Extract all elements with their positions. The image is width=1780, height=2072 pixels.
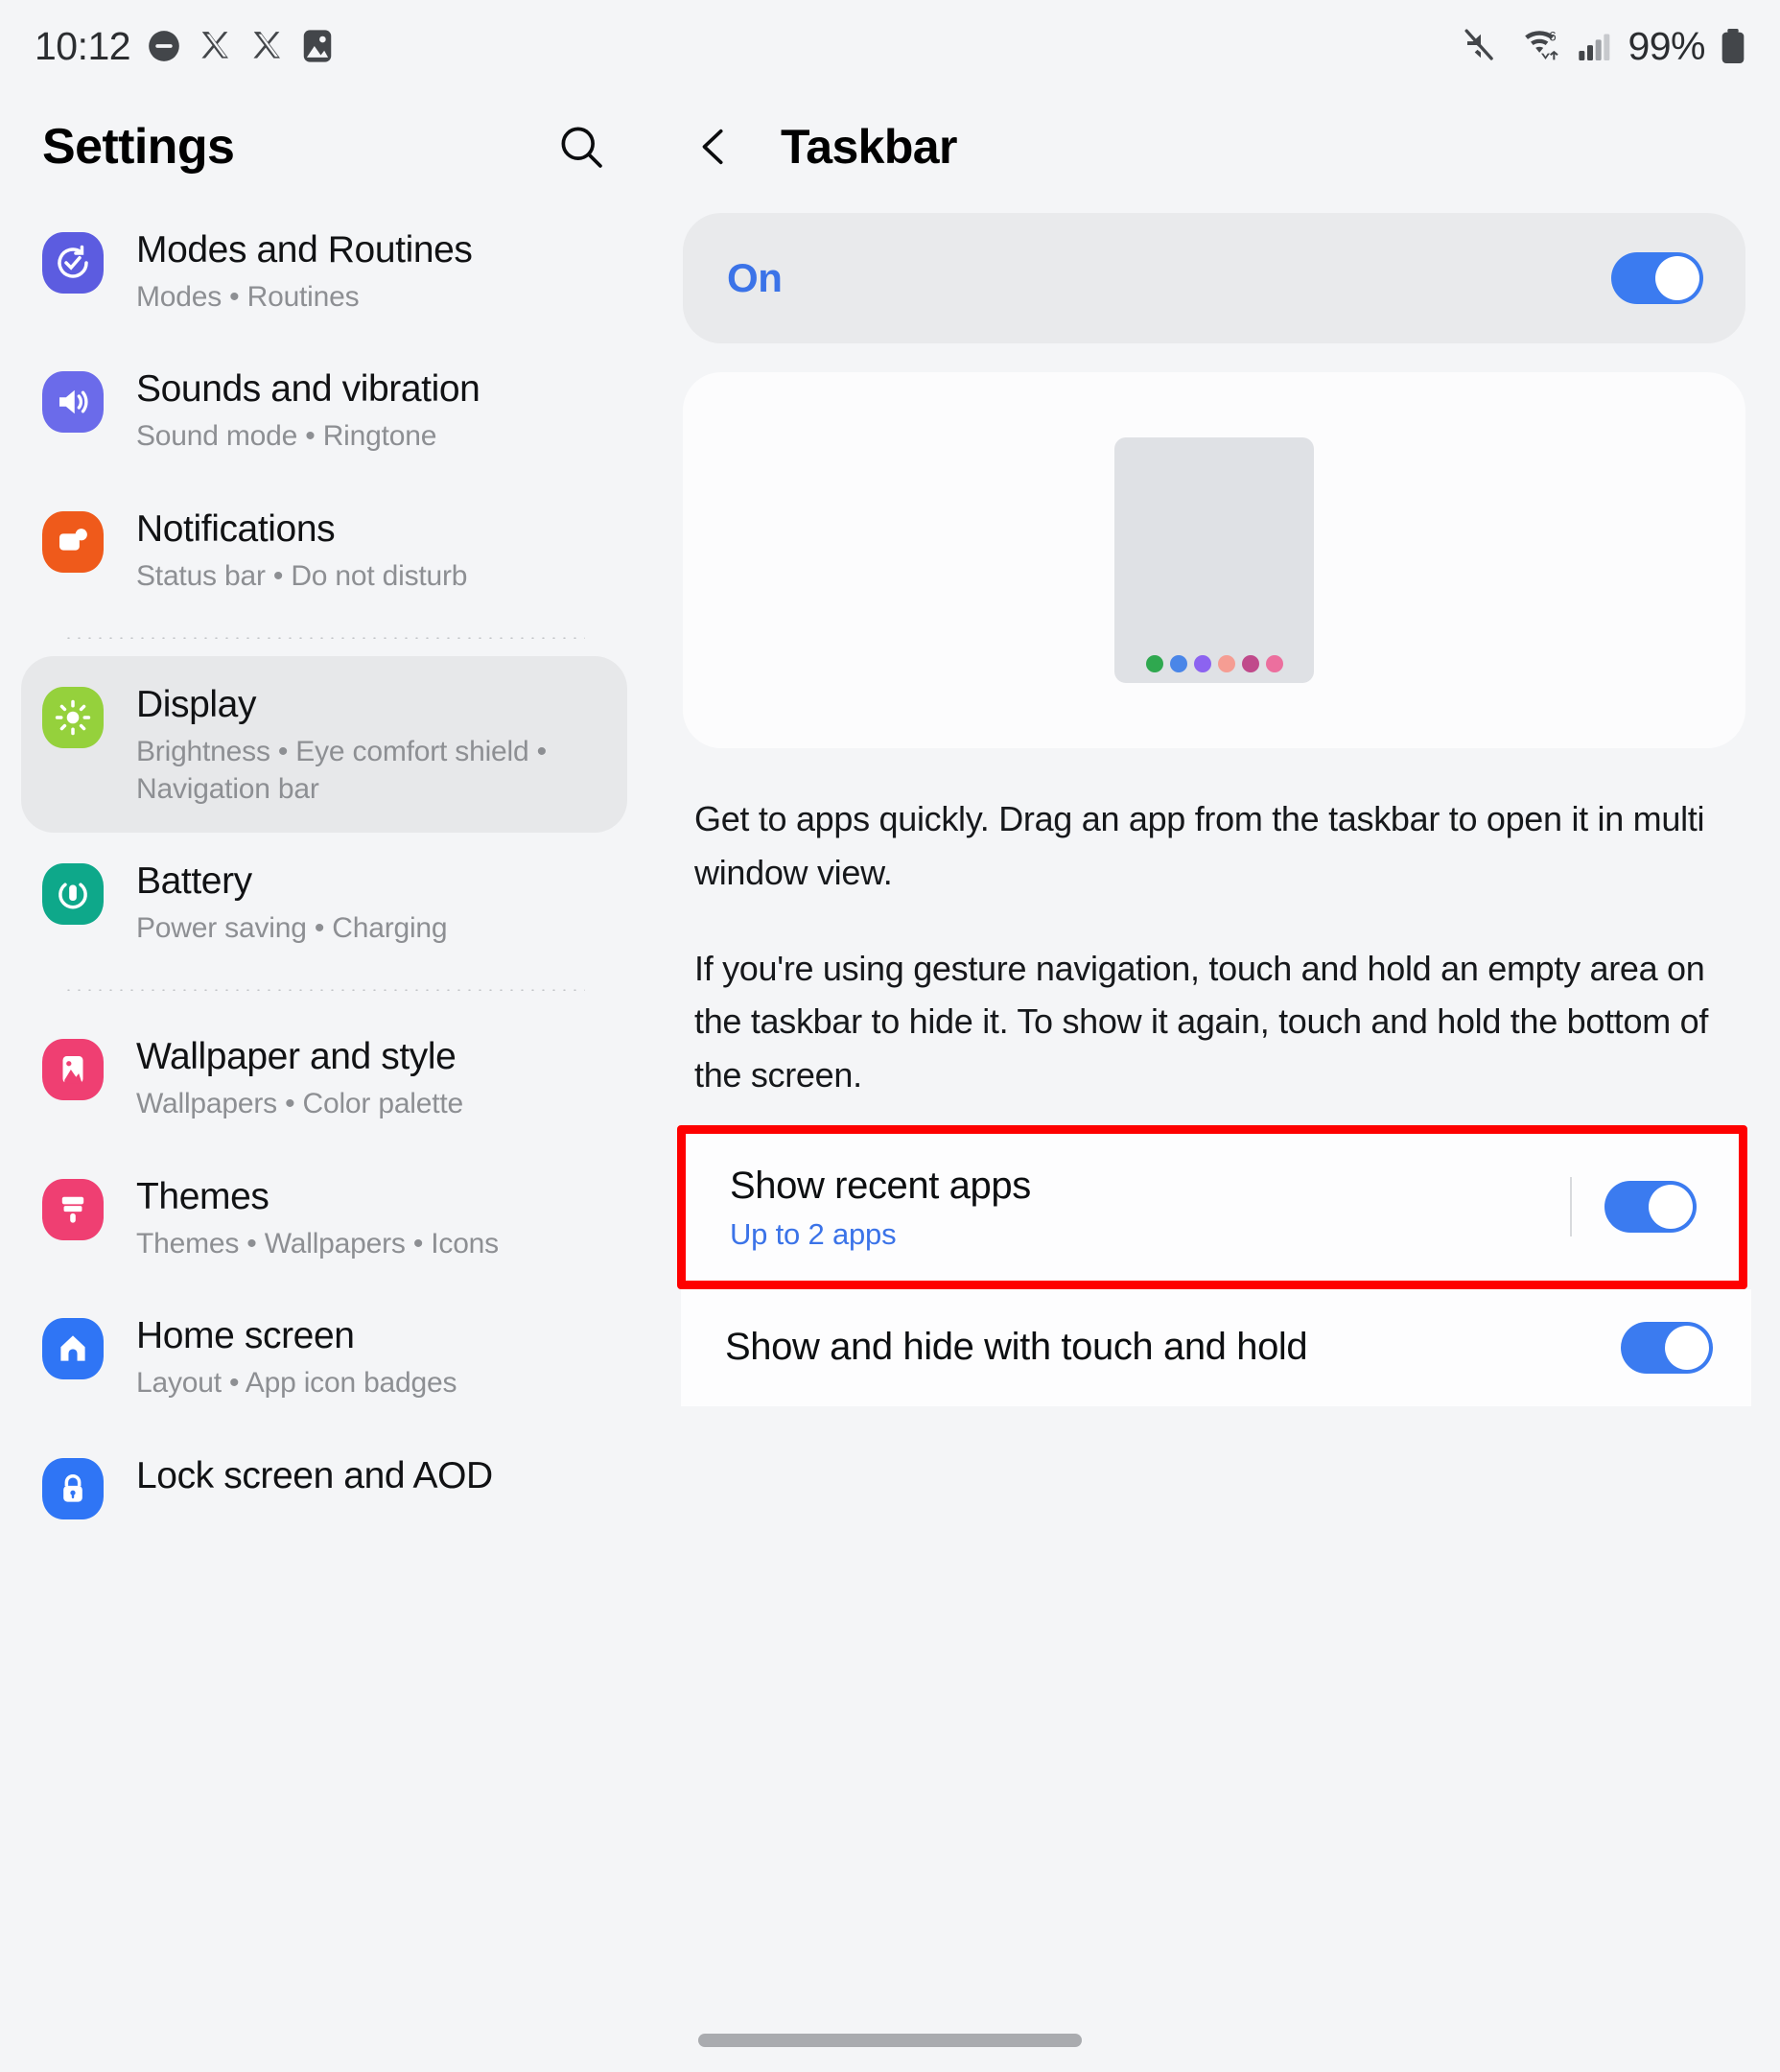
preview-dot — [1169, 655, 1187, 672]
home-screen-icon — [42, 1318, 104, 1380]
sidebar-item-battery[interactable]: Battery Power saving • Charging — [21, 833, 627, 972]
sidebar-item-modes-and-routines[interactable]: Modes and Routines Modes • Routines — [21, 201, 627, 341]
gallery-icon — [301, 28, 334, 64]
status-bar-clock: 10:12 — [35, 23, 131, 68]
sidebar-item-sublabel: Layout • App icon badges — [136, 1367, 457, 1400]
themes-icon — [42, 1178, 104, 1240]
detail-header: Taskbar — [648, 92, 1780, 201]
sidebar-item-sublabel: Modes • Routines — [136, 281, 360, 314]
settings-sidebar: Settings Modes and Routines Modes • Rout… — [0, 92, 648, 2072]
sound-icon — [42, 371, 104, 434]
sidebar-header: Settings — [0, 92, 648, 201]
status-bar: 10:12 6 99% — [0, 0, 1780, 92]
description-paragraph: If you're using gesture navigation, touc… — [694, 948, 1709, 1095]
modes-routines-icon — [42, 232, 104, 294]
sidebar-item-wallpaper-and-style[interactable]: Wallpaper and style Wallpapers • Color p… — [21, 1008, 627, 1147]
pref-row-show-and-hide-container: Show and hide with touch and hold — [681, 1288, 1751, 1406]
phone-screen: 10:12 6 99% Settings Modes and Routines … — [0, 0, 1780, 2072]
do-not-disturb-icon — [146, 28, 182, 64]
preview-dot — [1241, 655, 1259, 672]
sidebar-item-label: Lock screen and AOD — [136, 1454, 493, 1496]
taskbar-preview-illustration — [1114, 437, 1314, 683]
toggle-knob — [1655, 256, 1699, 300]
chevron-left-icon[interactable] — [689, 121, 740, 173]
svg-text:6: 6 — [1549, 29, 1557, 44]
sidebar-item-notifications[interactable]: Notifications Status bar • Do not distur… — [21, 481, 627, 620]
sidebar-item-label: Display — [136, 684, 257, 726]
show-recent-apps-toggle[interactable] — [1604, 1181, 1697, 1234]
sidebar-item-sublabel: Power saving • Charging — [136, 912, 448, 945]
battery-icon — [1719, 26, 1747, 66]
preview-dot — [1265, 655, 1283, 672]
sidebar-item-label: Wallpaper and style — [136, 1036, 457, 1078]
description-paragraph: Get to apps quickly. Drag an app from th… — [694, 799, 1705, 892]
sidebar-item-sublabel: Status bar • Do not disturb — [136, 559, 468, 592]
pref-row-show-and-hide-with-touch-and-hold[interactable]: Show and hide with touch and hold — [681, 1288, 1751, 1406]
master-toggle-switch[interactable] — [1611, 252, 1703, 304]
notifications-icon — [42, 510, 104, 573]
sidebar-item-home-screen[interactable]: Home screen Layout • App icon badges — [21, 1287, 627, 1426]
pref-title: Show recent apps — [730, 1164, 1031, 1207]
status-bar-right: 6 99% — [1461, 24, 1747, 69]
wallpaper-icon — [42, 1039, 104, 1101]
sidebar-item-themes[interactable]: Themes Themes • Wallpapers • Icons — [21, 1148, 627, 1287]
toggle-knob — [1649, 1185, 1693, 1230]
section-divider — [63, 989, 585, 992]
taskbar-detail-pane: Taskbar On Get to apps quickly. Drag an … — [648, 92, 1780, 2072]
display-icon — [42, 687, 104, 749]
preview-dot — [1145, 655, 1163, 672]
sidebar-item-sublabel: Brightness • Eye comfort shield • Naviga… — [136, 736, 547, 805]
sidebar-item-sounds-and-vibration[interactable]: Sounds and vibration Sound mode • Ringto… — [21, 341, 627, 480]
pref-row-show-recent-apps[interactable]: Show recent apps Up to 2 apps — [686, 1133, 1739, 1281]
sidebar-item-sublabel: Wallpapers • Color palette — [136, 1088, 464, 1120]
show-and-hide-toggle[interactable] — [1621, 1321, 1713, 1374]
battery-percent-label: 99% — [1628, 23, 1705, 68]
x-app-icon — [198, 28, 234, 64]
sidebar-item-label: Sounds and vibration — [136, 368, 480, 411]
mute-icon — [1461, 26, 1501, 66]
sidebar-item-sublabel: Themes • Wallpapers • Icons — [136, 1227, 499, 1260]
sidebar-item-label: Modes and Routines — [136, 229, 473, 271]
sidebar-item-sublabel: Sound mode • Ringtone — [136, 420, 437, 453]
pref-divider — [1570, 1177, 1572, 1237]
taskbar-preview-dots — [1145, 655, 1283, 672]
home-indicator[interactable] — [698, 2034, 1082, 2047]
show-recent-apps-highlight: Show recent apps Up to 2 apps — [677, 1124, 1747, 1289]
sidebar-item-label: Notifications — [136, 507, 336, 550]
sidebar-item-lock-screen-and-aod[interactable]: Lock screen and AOD — [21, 1427, 627, 1544]
taskbar-preview-card — [683, 372, 1745, 748]
sidebar-item-label: Themes — [136, 1175, 269, 1217]
sidebar-item-display[interactable]: Display Brightness • Eye comfort shield … — [21, 656, 627, 834]
preview-dot — [1217, 655, 1235, 672]
signal-bars-icon — [1576, 26, 1614, 66]
pref-sublabel[interactable]: Up to 2 apps — [730, 1217, 1031, 1252]
wifi-6-icon: 6 — [1514, 26, 1562, 66]
sidebar-item-label: Battery — [136, 860, 252, 903]
gesture-navigation-bar[interactable] — [0, 2034, 1780, 2047]
page-title: Settings — [42, 119, 235, 175]
detail-title: Taskbar — [781, 120, 957, 174]
taskbar-master-toggle-card[interactable]: On — [683, 213, 1745, 343]
pref-title: Show and hide with touch and hold — [725, 1326, 1308, 1369]
sidebar-nav-list: Modes and Routines Modes • Routines Soun… — [0, 201, 648, 1544]
battery-settings-icon — [42, 863, 104, 926]
section-divider — [63, 637, 585, 640]
x-app-icon — [249, 28, 286, 64]
status-bar-left: 10:12 — [35, 24, 334, 69]
taskbar-description: Get to apps quickly. Drag an app from th… — [648, 748, 1780, 1102]
sidebar-item-label: Home screen — [136, 1315, 355, 1357]
toggle-knob — [1665, 1325, 1709, 1370]
lock-screen-icon — [42, 1457, 104, 1519]
master-toggle-label: On — [727, 255, 783, 300]
preview-dot — [1193, 655, 1211, 672]
search-icon[interactable] — [550, 116, 612, 177]
